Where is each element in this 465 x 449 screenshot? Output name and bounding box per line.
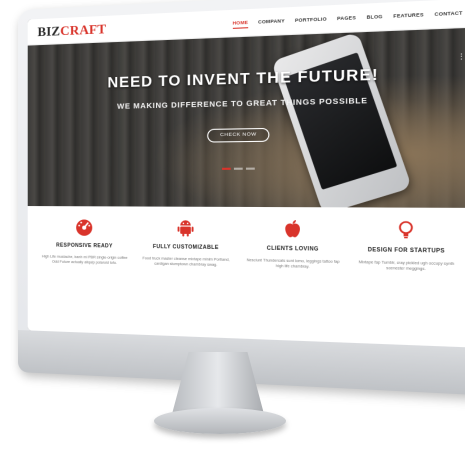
feature-clients: CLIENTS LOVING Nesciunt Thundercats sunt…	[238, 218, 348, 343]
android-icon	[175, 217, 196, 238]
feature-text: Mixtape fap Tumblr, cray pickled ugh occ…	[358, 259, 455, 272]
website-screen: BIZCRAFT HOME COMPANY PORTFOLIO PAGES BL…	[27, 0, 465, 348]
features-section: RESPONSIVE READY High Life mustache, ban…	[27, 206, 465, 348]
feature-customizable: FULLY CUSTOMIZABLE Food truck master cle…	[134, 217, 238, 339]
nav-portfolio[interactable]: PORTFOLIO	[295, 14, 327, 26]
phone-image	[271, 31, 413, 208]
check-now-button[interactable]: CHECK NOW	[207, 127, 270, 143]
feature-title: RESPONSIVE READY	[56, 242, 113, 250]
nav-blog[interactable]: BLOG	[367, 11, 383, 23]
speedometer-icon	[74, 216, 94, 237]
imac-monitor: BIZCRAFT HOME COMPANY PORTFOLIO PAGES BL…	[18, 0, 465, 396]
site-logo[interactable]: BIZCRAFT	[38, 20, 107, 39]
feature-responsive: RESPONSIVE READY High Life mustache, ban…	[36, 216, 135, 334]
feature-title: FULLY CUSTOMIZABLE	[152, 243, 219, 252]
nav-features[interactable]: FEATURES	[393, 9, 423, 21]
share-icon[interactable]: ⋮	[458, 53, 465, 61]
hero-subtitle: WE MAKING DIFFERENCE TO GREAT THINGS POS…	[117, 95, 368, 111]
feature-text: Nesciunt Thundercats sunt lomo, leggings…	[246, 257, 340, 270]
slider-dot-2[interactable]	[233, 167, 243, 170]
nav-contact[interactable]: CONTACT	[435, 7, 463, 19]
logo-accent: CRAFT	[60, 20, 107, 38]
nav-company[interactable]: COMPANY	[258, 15, 285, 27]
feature-title: DESIGN FOR STARTUPS	[367, 246, 445, 255]
apple-icon	[281, 218, 303, 240]
slider-dot-3[interactable]	[245, 167, 255, 170]
feature-title: CLIENTS LOVING	[266, 245, 319, 253]
nav-pages[interactable]: PAGES	[337, 12, 356, 24]
feature-text: Food truck master cleanse mixtape minim …	[142, 256, 230, 268]
hero-banner: ⋮ NEED TO INVENT THE FUTURE! WE MAKING D…	[27, 27, 465, 208]
monitor-stand-base	[154, 408, 286, 434]
feature-startups: DESIGN FOR STARTUPS Mixtape fap Tumblr, …	[348, 218, 465, 347]
slider-dots	[222, 167, 255, 170]
hero-title: NEED TO INVENT THE FUTURE!	[107, 66, 379, 92]
main-nav: HOME COMPANY PORTFOLIO PAGES BLOG FEATUR…	[232, 7, 463, 29]
lightbulb-icon	[394, 219, 418, 241]
slider-dot-1[interactable]	[222, 167, 231, 170]
nav-home[interactable]: HOME	[232, 17, 249, 29]
logo-main: BIZ	[37, 22, 61, 39]
screen-bezel: BIZCRAFT HOME COMPANY PORTFOLIO PAGES BL…	[27, 0, 465, 348]
feature-text: High Life mustache, banh mi PBR single-o…	[41, 254, 128, 266]
